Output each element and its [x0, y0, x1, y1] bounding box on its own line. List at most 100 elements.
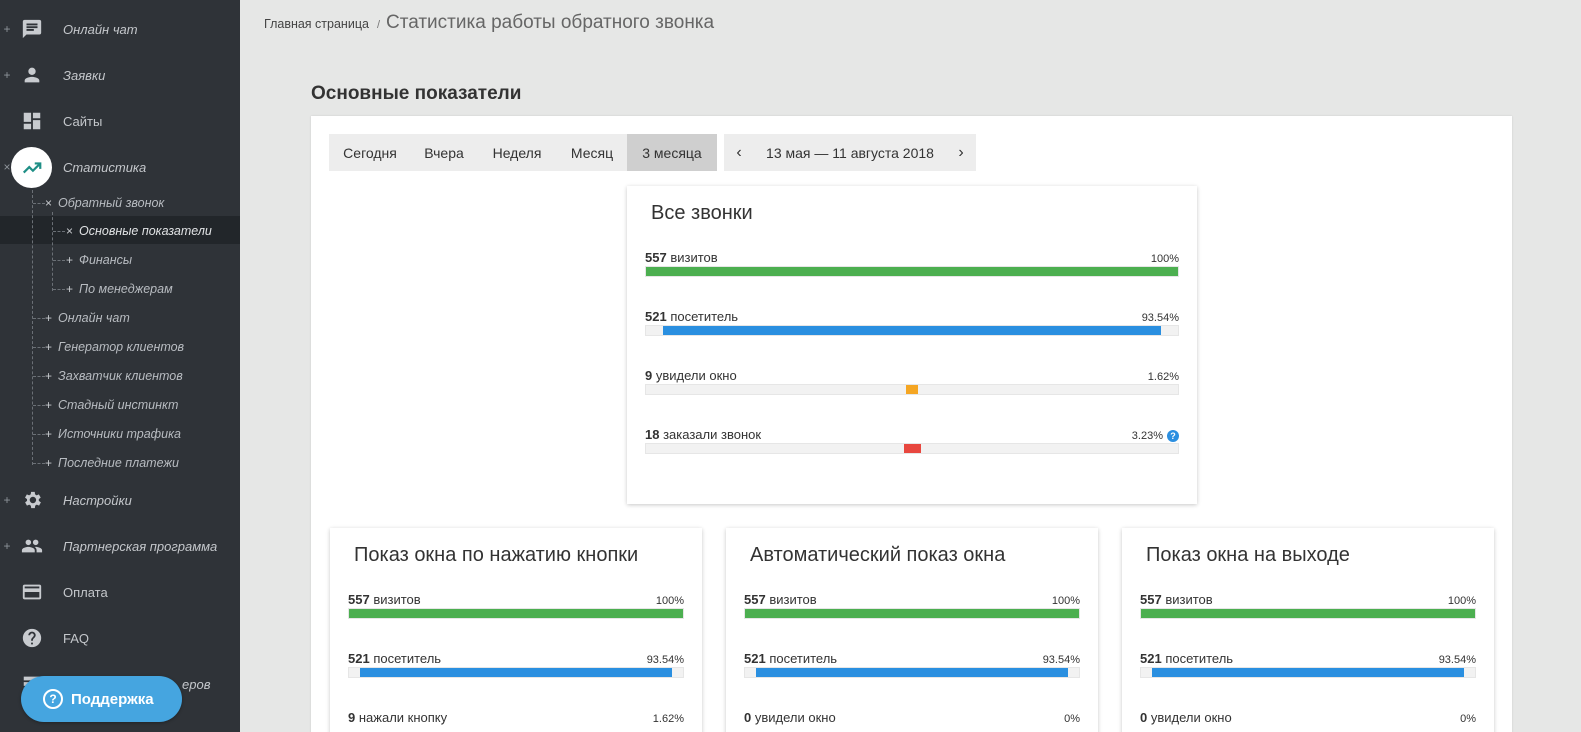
metric-visitors: 521 посетитель 93.54%	[1140, 651, 1476, 695]
metric-bar-track	[348, 667, 684, 678]
metric-text: визитов	[769, 592, 817, 607]
metric-bar-track	[744, 608, 1080, 619]
breadcrumb-home-link[interactable]: Главная страница	[264, 17, 369, 31]
metric-percent: 3.23%	[1131, 430, 1163, 442]
sidebar-subitem-label: Последние платежи	[58, 456, 179, 470]
expand-marker[interactable]: +	[45, 369, 52, 383]
tree-branch	[53, 289, 65, 290]
period-tab-today[interactable]: Сегодня	[329, 134, 411, 171]
tree-branch	[33, 347, 45, 348]
date-range-label[interactable]: 13 мая — 11 августа 2018	[754, 145, 946, 161]
metric-count: 9	[645, 368, 653, 383]
metric-percent: 1.62%	[1147, 371, 1179, 383]
sidebar-subitem-herd-instinct[interactable]: + Стадный инстинкт	[45, 391, 178, 419]
page-title: Основные показатели	[311, 83, 522, 104]
expand-marker[interactable]: +	[45, 398, 52, 412]
expand-marker[interactable]: +	[66, 253, 73, 267]
sidebar-subitem-client-catcher[interactable]: + Захватчик клиентов	[45, 362, 183, 390]
card-title: Показ окна по нажатию кнопки	[354, 544, 639, 566]
metric-visitors: 521 посетитель 93.54%	[348, 651, 684, 695]
sidebar-item-label: Партнерская программа	[63, 538, 218, 554]
metric-text: увидели окно	[655, 368, 737, 383]
expand-marker[interactable]: +	[2, 68, 12, 82]
metric-bar-track	[1140, 667, 1476, 678]
sidebar-subitem-finance[interactable]: + Финансы	[66, 246, 132, 274]
metric-text: посетитель	[373, 651, 442, 666]
metric-saw-window: 0 увидели окно 0%	[1140, 710, 1476, 732]
metric-count: 521	[744, 651, 766, 666]
collapse-marker[interactable]: ×	[45, 196, 52, 210]
metric-count: 557	[744, 592, 766, 607]
metric-text: визитов	[373, 592, 421, 607]
sidebar-item-requests[interactable]: + Заявки	[0, 55, 240, 95]
tree-branch	[33, 203, 45, 204]
sidebar-item-label: Оплата	[63, 584, 108, 600]
metric-bar-fill	[360, 668, 672, 677]
sidebar-subitem-online-chat[interactable]: + Онлайн чат	[45, 304, 130, 332]
period-tab-week[interactable]: Неделя	[477, 134, 557, 171]
metric-percent: 100%	[1447, 595, 1476, 607]
sidebar-subitem-lead-generator[interactable]: + Генератор клиентов	[45, 333, 184, 361]
tree-branch	[33, 434, 45, 435]
expand-marker[interactable]: +	[45, 427, 52, 441]
sidebar-item-label: FAQ	[63, 630, 90, 646]
metric-percent: 93.54%	[1141, 312, 1179, 324]
expand-marker[interactable]: +	[45, 311, 52, 325]
period-tab-3-months[interactable]: 3 месяца	[627, 134, 717, 171]
expand-marker[interactable]: +	[2, 539, 12, 553]
support-button[interactable]: ? Поддержка	[21, 676, 182, 722]
expand-marker[interactable]: +	[66, 282, 73, 296]
tree-line	[32, 190, 33, 465]
metric-percent: 0%	[1064, 713, 1080, 725]
sidebar-item-payment[interactable]: Оплата	[0, 572, 240, 612]
metric-bar-fill	[756, 668, 1068, 677]
period-tab-yesterday[interactable]: Вчера	[411, 134, 477, 171]
metric-percent-wrap: 3.23%?	[1132, 430, 1179, 442]
metric-visits: 557 визитов 100%	[1140, 592, 1476, 636]
metric-count: 18	[645, 427, 660, 442]
metric-percent: 93.54%	[1438, 654, 1476, 666]
help-icon[interactable]: ?	[1167, 430, 1179, 442]
chevron-right-icon[interactable]: ›	[946, 144, 976, 162]
sidebar-item-sites[interactable]: Сайты	[0, 101, 240, 141]
chat-icon	[20, 17, 44, 41]
tree-line	[52, 212, 53, 291]
metric-visitors: 521 посетитель 93.54%	[645, 309, 1179, 353]
question-icon: ?	[43, 689, 63, 709]
metric-ordered-call: 18 заказали звонок 3.23%?	[645, 427, 1179, 471]
metric-text: посетитель	[769, 651, 838, 666]
sidebar-item-settings[interactable]: + Настройки	[0, 480, 240, 520]
metric-percent: 100%	[1051, 595, 1080, 607]
sidebar-item-faq[interactable]: FAQ	[0, 618, 240, 658]
sidebar-item-online-chat[interactable]: + Онлайн чат	[0, 9, 240, 49]
metric-count: 557	[1140, 592, 1162, 607]
expand-marker[interactable]: +	[2, 22, 12, 36]
people-icon	[20, 534, 44, 558]
period-tab-month[interactable]: Месяц	[557, 134, 627, 171]
sidebar-subitem-last-payments[interactable]: + Последние платежи	[45, 449, 179, 477]
card-auto-show: Автоматический показ окна 557 визитов 100…	[726, 528, 1098, 732]
dashboard-icon	[20, 109, 44, 133]
sidebar-subitem-traffic-sources[interactable]: + Источники трафика	[45, 420, 181, 448]
chevron-left-icon[interactable]: ‹	[724, 144, 754, 162]
collapse-marker[interactable]: ×	[66, 224, 73, 238]
metric-percent: 1.62%	[652, 713, 684, 725]
metric-bar-fill	[1152, 668, 1464, 677]
metric-bar-track	[1140, 608, 1476, 619]
tree-branch	[53, 231, 65, 232]
metric-visits: 557 визитов 100%	[744, 592, 1080, 636]
card-button-click: Показ окна по нажатию кнопки 557 визитов…	[330, 528, 702, 732]
sidebar-subitem-callback[interactable]: × Обратный звонок	[45, 189, 164, 217]
metric-percent: 93.54%	[1042, 654, 1080, 666]
sidebar-item-partners[interactable]: + Партнерская программа	[0, 526, 240, 566]
metric-text: визитов	[1165, 592, 1213, 607]
expand-marker[interactable]: +	[45, 456, 52, 470]
expand-marker[interactable]: +	[45, 340, 52, 354]
sidebar-subitem-main-indicators[interactable]: × Основные показатели	[66, 217, 212, 245]
card-title: Показ окна на выходе	[1146, 544, 1350, 566]
expand-marker[interactable]: +	[2, 493, 12, 507]
metric-visitors: 521 посетитель 93.54%	[744, 651, 1080, 695]
card-title: Автоматический показ окна	[750, 544, 1006, 566]
sidebar-subitem-by-managers[interactable]: + По менеджерам	[66, 275, 173, 303]
breadcrumb: Главная страница / Статистика работы обр…	[264, 12, 714, 34]
